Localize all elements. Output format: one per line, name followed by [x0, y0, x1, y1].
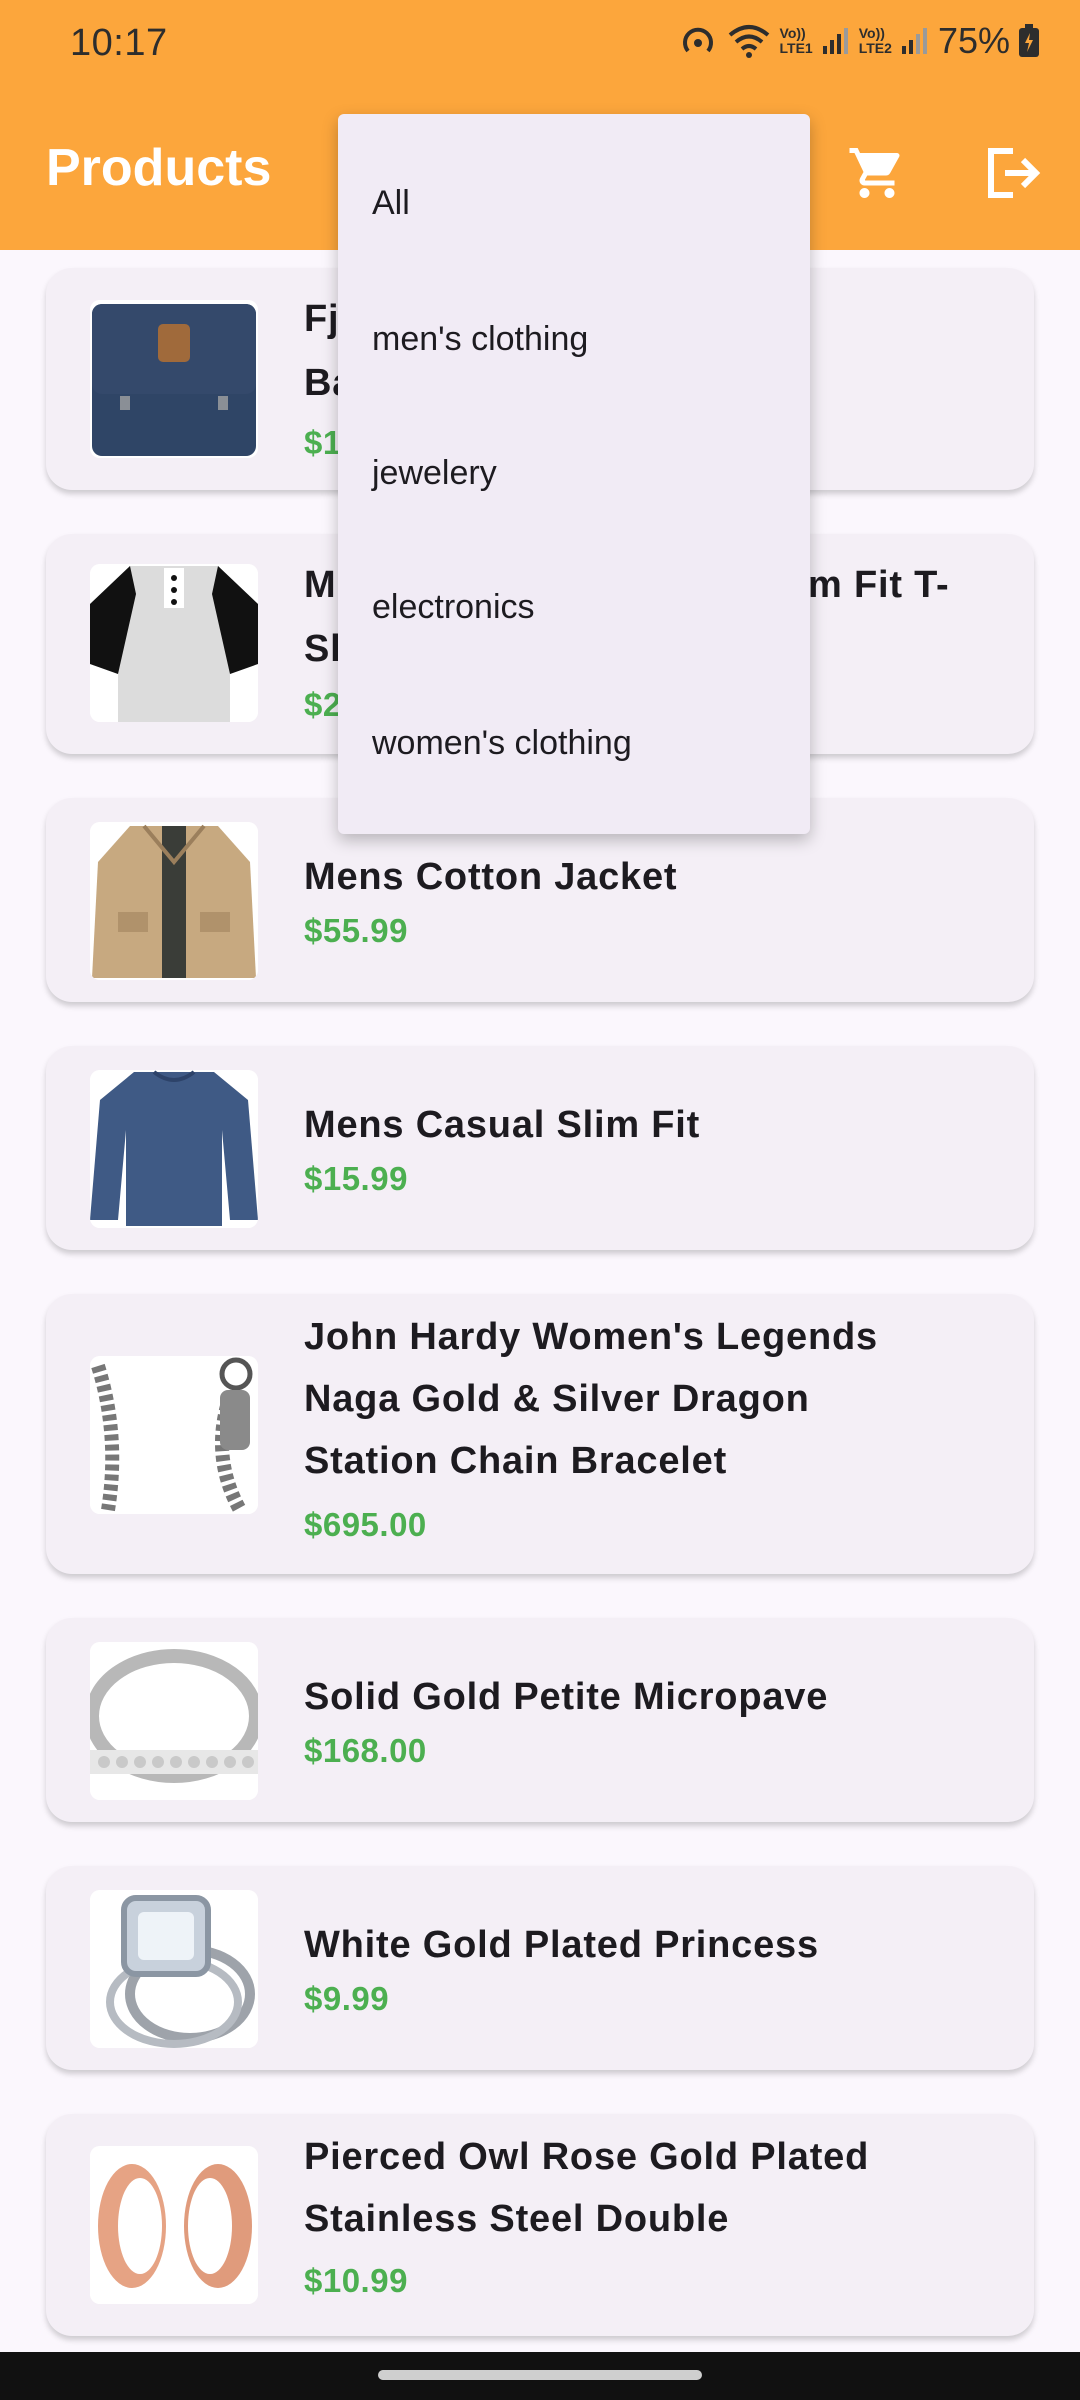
product-name: m Fit T- — [808, 564, 950, 606]
product-price: $55.99 — [304, 912, 408, 949]
product-name: Mens Casual Slim Fit — [304, 1104, 701, 1146]
cart-button[interactable] — [842, 138, 912, 208]
page-title: Products — [46, 139, 272, 197]
lte2-label: Vo)) LTE2 — [858, 25, 892, 56]
product-name: Solid Gold Petite Micropave — [304, 1676, 829, 1718]
cart-icon — [849, 148, 900, 198]
product-card[interactable]: White Gold Plated Princess $9.99 — [46, 1866, 1034, 2070]
product-image-backpack — [90, 300, 258, 458]
product-name: Mens Cotton Jacket — [304, 856, 678, 898]
product-card[interactable]: John Hardy Women's Legends Naga Gold & S… — [46, 1294, 1034, 1574]
status-time: 10:17 — [70, 22, 168, 64]
product-card[interactable]: Mens Casual Slim Fit $15.99 — [46, 1046, 1034, 1250]
lte1-label: Vo)) LTE1 — [779, 25, 813, 56]
logout-button[interactable] — [978, 138, 1048, 208]
product-name: s — [790, 352, 994, 414]
signal-icon — [901, 28, 927, 54]
menu-item-jewelery[interactable]: jewelery — [372, 454, 497, 493]
product-card[interactable]: Solid Gold Petite Micropave $168.00 — [46, 1618, 1034, 1822]
status-bar: 10:17 Vo)) LTE1 Vo)) LTE2 75% — [0, 0, 1080, 90]
product-card[interactable]: Pierced Owl Rose Gold Plated Stainless S… — [46, 2114, 1034, 2336]
home-gesture-handle[interactable] — [378, 2370, 702, 2380]
product-image-plugs — [90, 2146, 258, 2304]
logout-icon — [988, 148, 1041, 198]
product-name: John Hardy Women's Legends Naga Gold & S… — [304, 1316, 878, 1482]
navigation-bar — [0, 2352, 1080, 2400]
product-image-ring — [90, 1642, 258, 1800]
product-image-diamond-ring — [90, 1890, 258, 2048]
battery-percent: 75% — [937, 20, 1010, 61]
wifi-icon — [728, 25, 769, 58]
battery-icon — [1019, 24, 1039, 57]
product-image-raglan-shirt — [90, 564, 258, 722]
product-image-bracelet — [90, 1356, 258, 1514]
menu-item-electronics[interactable]: electronics — [372, 588, 535, 627]
product-image-long-sleeve — [90, 1070, 258, 1228]
signal-icon — [822, 28, 848, 54]
product-price: $15.99 — [304, 1160, 408, 1197]
menu-item-womens-clothing[interactable]: women's clothing — [372, 724, 632, 763]
product-price: $9.99 — [304, 1980, 390, 2017]
product-name: Pierced Owl Rose Gold Plated Stainless S… — [304, 2136, 870, 2240]
product-name: White Gold Plated Princess — [304, 1924, 819, 1966]
menu-item-mens-clothing[interactable]: men's clothing — [372, 320, 588, 359]
category-dropdown-menu: All men's clothing jewelery electronics … — [338, 114, 810, 834]
product-price: $695.00 — [304, 1506, 427, 1543]
product-price: $10.99 — [304, 2262, 408, 2299]
status-icons: Vo)) LTE1 Vo)) LTE2 75% — [678, 20, 1040, 62]
product-image-jacket — [90, 822, 258, 980]
hotspot-icon — [682, 27, 713, 53]
product-price: $168.00 — [304, 1732, 427, 1769]
menu-item-all[interactable]: All — [372, 184, 410, 223]
